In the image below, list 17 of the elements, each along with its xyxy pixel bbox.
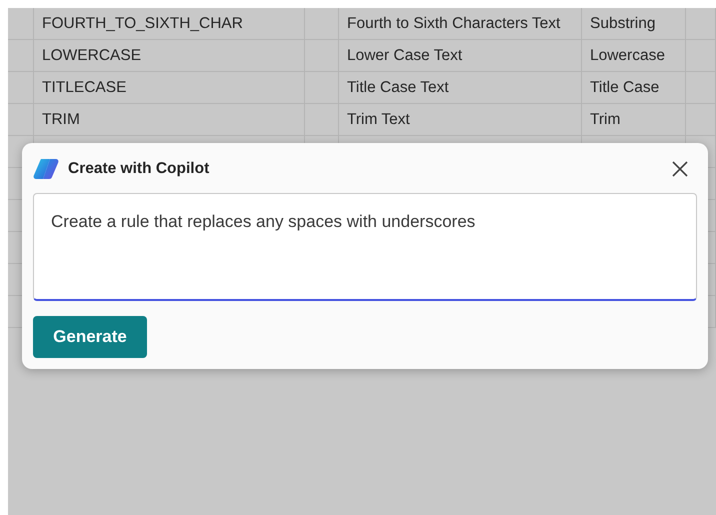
dialog-title: Create with Copilot bbox=[68, 160, 210, 178]
table-cell: Fourth to Sixth Characters Text bbox=[347, 14, 560, 32]
table-cell: FOURTH_TO_SIXTH_CHAR bbox=[42, 14, 243, 32]
table-cell: Substring bbox=[590, 14, 656, 32]
table-cell: TRIM bbox=[42, 110, 80, 128]
copilot-logo-icon bbox=[33, 157, 60, 181]
table-cell: Lowercase bbox=[590, 46, 665, 64]
prompt-field[interactable]: Create a rule that replaces any spaces with underscores bbox=[33, 193, 697, 301]
table-cell: Trim bbox=[590, 110, 620, 128]
generate-button[interactable]: Generate bbox=[33, 316, 147, 358]
close-icon[interactable] bbox=[671, 160, 689, 178]
table-cell: Lower Case Text bbox=[347, 46, 462, 64]
table-cell: LOWERCASE bbox=[42, 46, 142, 64]
table-cell: Title Case Text bbox=[347, 78, 449, 96]
table-cell: Title Case bbox=[590, 78, 660, 96]
table-cell: Trim Text bbox=[347, 110, 410, 128]
table-cell: TITLECASE bbox=[42, 78, 126, 96]
